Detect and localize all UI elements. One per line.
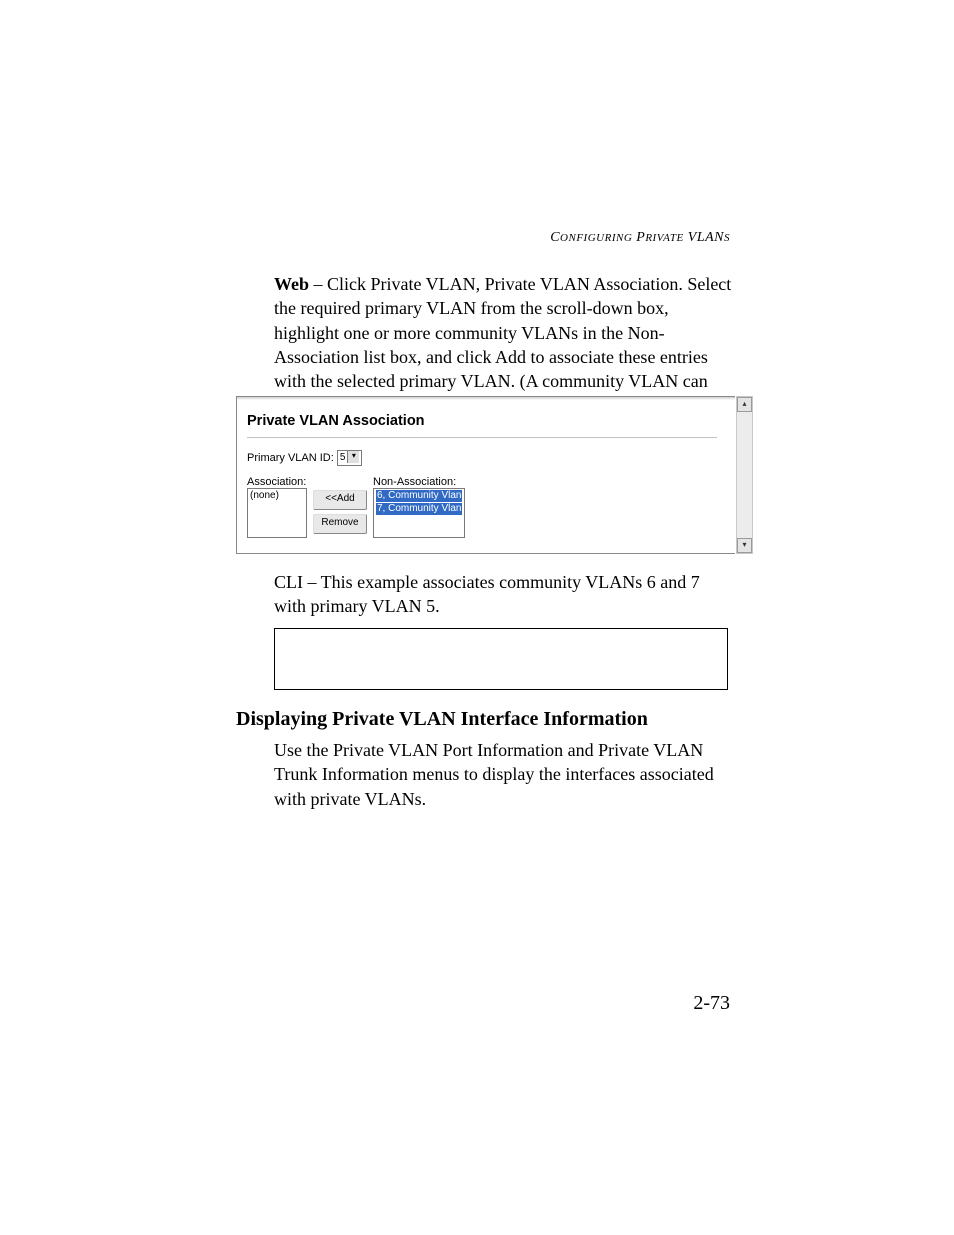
page-number: 2-73 [693,992,730,1015]
remove-button[interactable]: Remove [313,514,367,534]
list-item[interactable]: (none) [250,490,304,501]
association-column: Association: (none) [247,476,307,538]
primary-vlan-select[interactable]: 5▾ [337,450,363,466]
non-association-listbox[interactable]: 6, Community Vlan 7, Community Vlan [373,488,465,538]
embedded-screenshot: Private VLAN Association Primary VLAN ID… [236,396,735,554]
primary-vlan-label: Primary VLAN ID: [247,452,334,464]
panel-divider [247,437,717,438]
scroll-up-icon[interactable]: ▴ [737,397,752,412]
cli-example-box [274,628,728,690]
section-body: Use the Private VLAN Port Information an… [274,738,734,811]
list-item[interactable]: 7, Community Vlan [376,503,462,515]
non-association-label: Non-Association: [373,476,465,488]
cli-paragraph: CLI – This example associates community … [274,570,734,619]
section-heading: Displaying Private VLAN Interface Inform… [236,708,648,731]
cli-lead: CLI [274,572,303,592]
page-root: CONFIGURING PRIVATE VLANS Web – Click Pr… [0,0,954,1235]
transfer-buttons: <<Add Remove [313,490,367,534]
web-lead: Web [274,274,309,294]
association-listbox[interactable]: (none) [247,488,307,538]
dual-listbox: Association: (none) <<Add Remove Non-Ass… [247,476,725,538]
running-head: CONFIGURING PRIVATE VLANS [550,230,730,246]
web-text: – Click Private VLAN, Private VLAN Assoc… [274,274,731,415]
chevron-down-icon[interactable]: ▾ [347,451,359,463]
screenshot-inner: Private VLAN Association Primary VLAN ID… [237,397,735,563]
add-button[interactable]: <<Add [313,490,367,510]
cli-text: – This example associates community VLAN… [274,572,700,616]
vertical-scrollbar[interactable]: ▴ ▾ [736,396,753,554]
association-label: Association: [247,476,307,488]
list-item[interactable]: 6, Community Vlan [376,490,462,502]
primary-vlan-row: Primary VLAN ID: 5▾ [247,450,725,466]
panel-title: Private VLAN Association [247,413,725,429]
non-association-column: Non-Association: 6, Community Vlan 7, Co… [373,476,465,538]
primary-vlan-value: 5 [340,452,346,463]
scroll-down-icon[interactable]: ▾ [737,538,752,553]
